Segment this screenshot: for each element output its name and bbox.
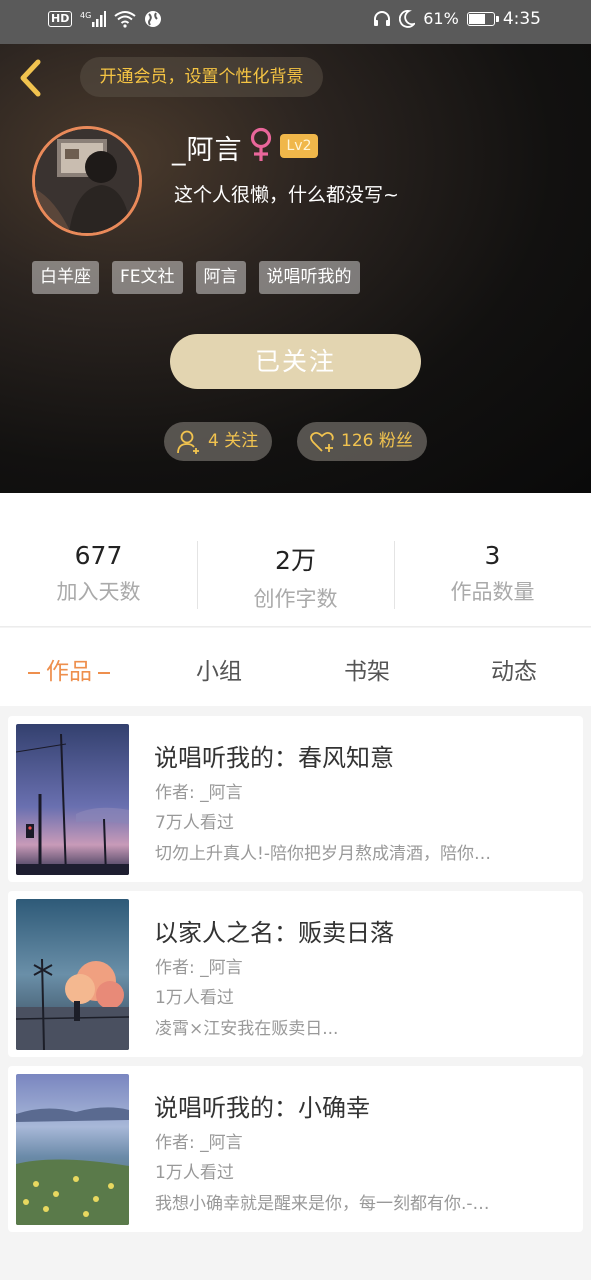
- tab-bar: 作品 小组 书架 动态: [0, 628, 591, 706]
- work-title: 以家人之名：贩卖日落: [154, 919, 394, 947]
- stat-label: 创作字数: [253, 587, 338, 611]
- battery-percent: 61%: [423, 9, 459, 28]
- chevron-left-icon: [20, 59, 41, 97]
- hd-icon: HD: [48, 11, 73, 27]
- tag-item[interactable]: 阿言: [195, 261, 246, 294]
- stat-word-count: 2万 创作字数: [197, 541, 394, 613]
- clock: 4:35: [502, 9, 541, 29]
- work-title: 说唱听我的：春风知意: [154, 744, 394, 772]
- stat-value: 2万: [275, 546, 316, 575]
- tab-indicator: [98, 671, 110, 674]
- stat-label: 作品数量: [450, 580, 535, 604]
- work-author: 作者: _阿言: [155, 958, 243, 978]
- work-description: 切勿上升真人!-陪你把岁月熬成清酒，陪你…: [155, 844, 491, 864]
- book-cover: [16, 1074, 129, 1225]
- work-views: 1万人看过: [155, 1163, 234, 1183]
- fans-count-button[interactable]: 126 粉丝: [297, 422, 427, 461]
- followed-button[interactable]: 已关注: [170, 334, 421, 389]
- list-item[interactable]: 说唱听我的：小确幸 作者: _阿言 1万人看过 我想小确幸就是醒来是你，每一刻都…: [8, 1066, 583, 1232]
- tab-groups[interactable]: 小组: [196, 652, 242, 686]
- status-bar: HD 4G 61% 4:35: [0, 0, 591, 44]
- battery-icon: [466, 12, 499, 26]
- work-description: 我想小确幸就是醒来是你，每一刻都有你.-…: [155, 1194, 490, 1214]
- svg-text:4G: 4G: [80, 11, 91, 20]
- list-item[interactable]: 以家人之名：贩卖日落 作者: _阿言 1万人看过 凌霄×江安我在贩卖日...: [8, 891, 583, 1057]
- avatar[interactable]: [32, 126, 142, 236]
- tab-bookshelf[interactable]: 书架: [344, 652, 390, 686]
- stat-works-count: 3 作品数量: [394, 541, 591, 606]
- tab-label: 作品: [46, 659, 92, 685]
- tag-list: 白羊座 FE文社 阿言 说唱听我的: [32, 261, 360, 294]
- vip-background-banner[interactable]: 开通会员，设置个性化背景: [80, 57, 323, 97]
- female-icon: [250, 127, 272, 161]
- following-label: 4 关注: [208, 431, 259, 451]
- bio: 这个人很懒，什么都没写~: [174, 184, 399, 206]
- username: _阿言: [172, 135, 243, 166]
- profile-header: 开通会员，设置个性化背景 _阿言 Lv2 这个人很懒，什么都没写~ 白羊座 FE…: [0, 44, 591, 493]
- status-right: 61% 4:35: [373, 10, 541, 28]
- work-title: 说唱听我的：小确幸: [154, 1094, 370, 1122]
- book-cover: [16, 724, 129, 875]
- tag-item[interactable]: 说唱听我的: [258, 261, 360, 294]
- profile-stats: 677 加入天数 2万 创作字数 3 作品数量: [0, 493, 591, 627]
- back-button[interactable]: [14, 58, 48, 98]
- headphones-icon: [373, 10, 391, 28]
- status-left: HD 4G: [48, 10, 162, 28]
- moon-icon: [399, 10, 417, 28]
- heart-add-icon: [310, 431, 334, 452]
- work-author: 作者: _阿言: [155, 783, 243, 803]
- tab-activity[interactable]: 动态: [491, 652, 537, 686]
- work-views: 7万人看过: [155, 813, 234, 833]
- stat-value: 3: [484, 541, 501, 570]
- level-badge: Lv2: [280, 134, 318, 158]
- avatar-image: [35, 129, 139, 233]
- list-item[interactable]: 说唱听我的：春风知意 作者: _阿言 7万人看过 切勿上升真人!-陪你把岁月熬成…: [8, 716, 583, 882]
- tab-works[interactable]: 作品: [28, 652, 116, 686]
- stat-label: 加入天数: [56, 580, 141, 604]
- add-user-icon: [177, 430, 199, 454]
- tag-item[interactable]: 白羊座: [32, 261, 99, 294]
- works-list: 说唱听我的：春风知意 作者: _阿言 7万人看过 切勿上升真人!-陪你把岁月熬成…: [8, 716, 583, 1241]
- stat-value: 677: [74, 541, 123, 570]
- wifi-icon: [114, 10, 136, 28]
- tab-indicator: [28, 671, 40, 674]
- work-views: 1万人看过: [155, 988, 234, 1008]
- tag-item[interactable]: FE文社: [112, 261, 183, 294]
- signal-icon: 4G: [80, 10, 107, 28]
- globe-icon: [144, 10, 162, 28]
- following-count-button[interactable]: 4 关注: [164, 422, 272, 461]
- fans-label: 126 粉丝: [341, 431, 413, 451]
- book-cover: [16, 899, 129, 1050]
- battery-fill: [468, 14, 485, 24]
- stat-join-days: 677 加入天数: [0, 541, 197, 606]
- work-description: 凌霄×江安我在贩卖日...: [155, 1019, 339, 1039]
- work-author: 作者: _阿言: [155, 1133, 243, 1153]
